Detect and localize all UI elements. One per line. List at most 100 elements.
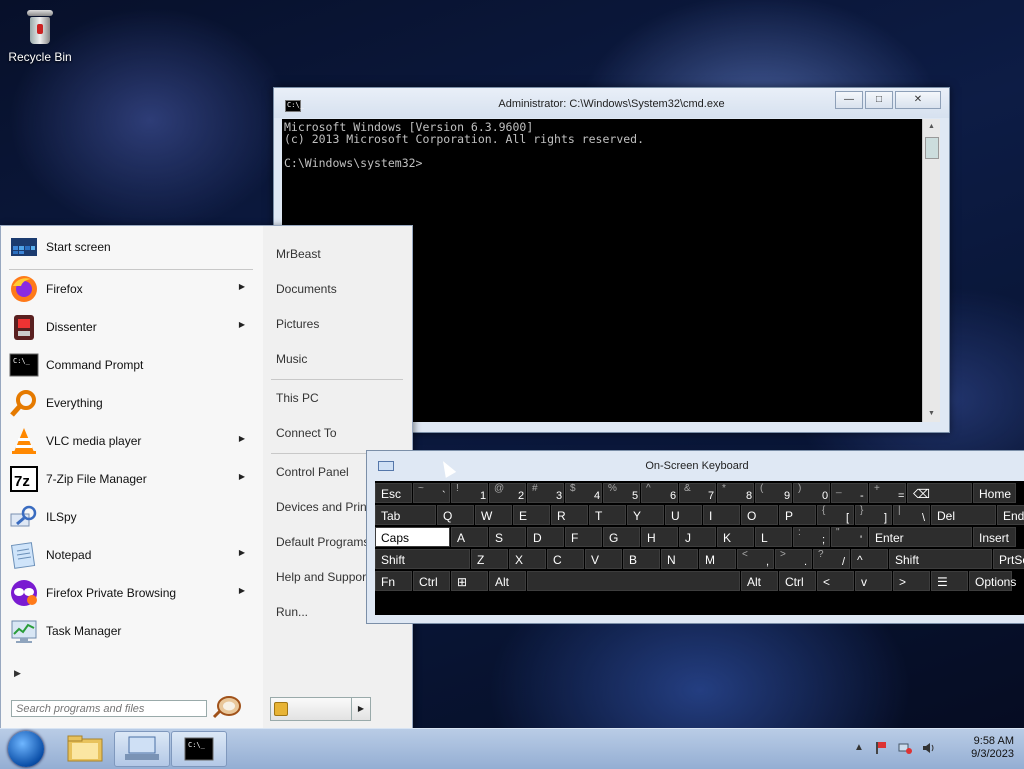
key-j[interactable]: J: [679, 527, 716, 547]
key-ctrl[interactable]: Ctrl: [779, 571, 816, 591]
start-button[interactable]: [8, 731, 44, 767]
key-0[interactable]: ) 0: [793, 483, 830, 503]
clock[interactable]: 9:58 AM 9/3/2023: [971, 735, 1014, 761]
key-i[interactable]: I: [703, 505, 740, 525]
key-alt[interactable]: Alt: [489, 571, 526, 591]
key-symbol[interactable]: ^: [851, 549, 888, 569]
program-vlc[interactable]: VLC media player ▶: [7, 424, 253, 458]
link-music[interactable]: Music: [276, 352, 410, 366]
key-symbol[interactable]: + =: [869, 483, 906, 503]
shutdown-options-arrow-icon[interactable]: ▶: [351, 698, 370, 720]
volume-icon[interactable]: [922, 741, 936, 755]
program-notepad[interactable]: Notepad ▶: [7, 538, 253, 572]
taskbar-on-screen-keyboard[interactable]: [114, 731, 170, 767]
key-l[interactable]: L: [755, 527, 792, 547]
all-programs-arrow-icon[interactable]: ▶: [14, 668, 21, 679]
action-center-flag-icon[interactable]: [874, 741, 888, 755]
key-w[interactable]: W: [475, 505, 512, 525]
taskbar-file-explorer[interactable]: [58, 731, 112, 765]
key-v[interactable]: v: [855, 571, 892, 591]
key-c[interactable]: C: [547, 549, 584, 569]
key-fn[interactable]: Fn: [375, 571, 412, 591]
network-icon[interactable]: [898, 741, 912, 755]
program-firefox[interactable]: Firefox ▶: [7, 272, 253, 306]
program-everything[interactable]: Everything: [7, 386, 253, 420]
recycle-bin-desktop-icon[interactable]: Recycle Bin: [8, 8, 72, 64]
taskbar-command-prompt[interactable]: C:\_: [171, 731, 227, 767]
key-2[interactable]: @2: [489, 483, 526, 503]
key-shift[interactable]: Shift: [889, 549, 992, 569]
maximize-button[interactable]: □: [865, 91, 893, 109]
link-documents[interactable]: Documents: [276, 282, 410, 296]
key-1[interactable]: ! 1: [451, 483, 488, 503]
key-alt[interactable]: Alt: [741, 571, 778, 591]
key-y[interactable]: Y: [627, 505, 664, 525]
key-symbol[interactable]: >.: [775, 549, 812, 569]
program-task-manager[interactable]: Task Manager: [7, 614, 253, 648]
key-3[interactable]: #3: [527, 483, 564, 503]
key-symbol[interactable]: | \: [893, 505, 930, 525]
key-home[interactable]: Home: [973, 483, 1016, 503]
cmd-titlebar[interactable]: C:\_ Administrator: C:\Windows\System32\…: [274, 88, 949, 118]
minimize-button[interactable]: —: [835, 91, 863, 109]
search-input[interactable]: [12, 702, 206, 716]
key-u[interactable]: U: [665, 505, 702, 525]
key-p[interactable]: P: [779, 505, 816, 525]
key-q[interactable]: Q: [437, 505, 474, 525]
key-v[interactable]: V: [585, 549, 622, 569]
key-6[interactable]: ^ 6: [641, 483, 678, 503]
key-x[interactable]: X: [509, 549, 546, 569]
key-a[interactable]: A: [451, 527, 488, 547]
on-screen-keyboard-window[interactable]: On-Screen Keyboard Esc ~ `! 1 @2 #3 $4% 5 ^ 6 & 7 * 8…: [366, 450, 1024, 624]
key-7[interactable]: & 7: [679, 483, 716, 503]
scroll-down-icon[interactable]: ▼: [923, 406, 940, 422]
shutdown-button[interactable]: ▶: [270, 697, 371, 721]
key-del[interactable]: Del: [931, 505, 996, 525]
key-m[interactable]: M: [699, 549, 736, 569]
key-symbol[interactable]: >: [893, 571, 930, 591]
key-h[interactable]: H: [641, 527, 678, 547]
key-symbol[interactable]: :;: [793, 527, 830, 547]
key-symbol[interactable]: }]: [855, 505, 892, 525]
key-symbol[interactable]: {[: [817, 505, 854, 525]
scroll-thumb[interactable]: [925, 137, 939, 159]
close-button[interactable]: ✕: [895, 91, 941, 109]
key-k[interactable]: K: [717, 527, 754, 547]
key-o[interactable]: O: [741, 505, 778, 525]
key-symbol[interactable]: ⌫: [907, 483, 972, 503]
link-this-pc[interactable]: This PC: [276, 391, 410, 405]
search-box[interactable]: [11, 700, 207, 717]
key-prtscn[interactable]: PrtScn: [993, 549, 1024, 569]
key-tab[interactable]: Tab: [375, 505, 436, 525]
link-connect-to[interactable]: Connect To: [276, 426, 410, 440]
key-r[interactable]: R: [551, 505, 588, 525]
key-n[interactable]: N: [661, 549, 698, 569]
key-symbol[interactable]: _ -: [831, 483, 868, 503]
program-dissenter[interactable]: Dissenter ▶: [7, 310, 253, 344]
program-start-screen[interactable]: Start screen: [7, 230, 253, 264]
key-symbol[interactable]: <: [817, 571, 854, 591]
key-b[interactable]: B: [623, 549, 660, 569]
program-command-prompt[interactable]: C:\_ Command Prompt: [7, 348, 253, 382]
link-pictures[interactable]: Pictures: [276, 317, 410, 331]
key-symbol[interactable]: ? /: [813, 549, 850, 569]
key-ctrl[interactable]: Ctrl: [413, 571, 450, 591]
search-icon[interactable]: [211, 695, 243, 719]
key-9[interactable]: (9: [755, 483, 792, 503]
key-5[interactable]: % 5: [603, 483, 640, 503]
key-symbol[interactable]: " ': [831, 527, 868, 547]
key-insert[interactable]: Insert: [973, 527, 1016, 547]
key-8[interactable]: * 8: [717, 483, 754, 503]
key-esc[interactable]: Esc: [375, 483, 412, 503]
key-symbol[interactable]: ⊞: [451, 571, 488, 591]
key-f[interactable]: F: [565, 527, 602, 547]
scroll-up-icon[interactable]: ▲: [923, 119, 940, 135]
link-mrbeast[interactable]: MrBeast: [276, 247, 410, 261]
key-g[interactable]: G: [603, 527, 640, 547]
key-d[interactable]: D: [527, 527, 564, 547]
key-symbol[interactable]: <,: [737, 549, 774, 569]
key-caps[interactable]: Caps: [375, 527, 450, 547]
program-7zip[interactable]: 7z 7-Zip File Manager ▶: [7, 462, 253, 496]
program-ilspy[interactable]: ILSpy: [7, 500, 253, 534]
key-shift[interactable]: Shift: [375, 549, 470, 569]
